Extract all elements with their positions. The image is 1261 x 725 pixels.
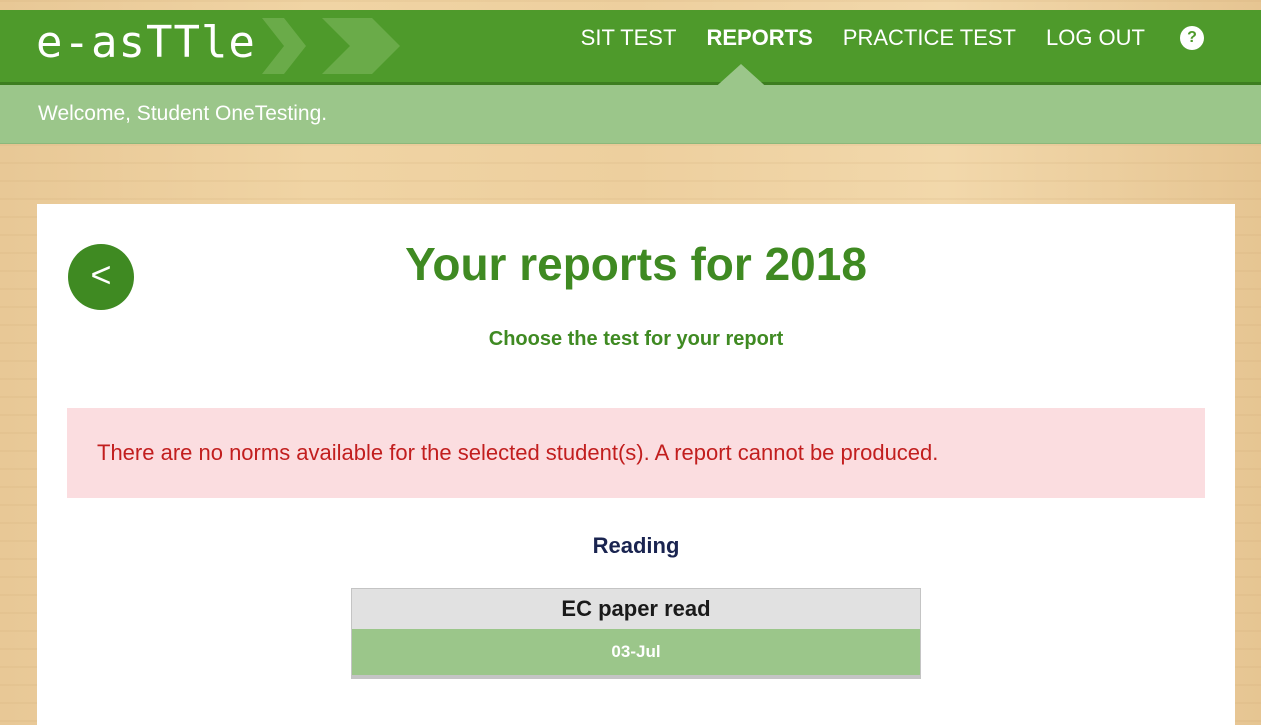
section-heading-reading: Reading (592, 533, 680, 558)
main-nav: SIT TEST REPORTS PRACTICE TEST LOG OUT ? (551, 10, 1261, 65)
test-name: EC paper read (352, 589, 920, 629)
welcome-message: Welcome, Student OneTesting. (38, 102, 328, 125)
page-subtitle: Choose the test for your report (488, 328, 784, 350)
nav-sit-test[interactable]: SIT TEST (581, 10, 677, 65)
page-title: Your reports for 2018 (405, 238, 867, 290)
help-icon[interactable]: ? (1180, 25, 1204, 50)
nav-reports[interactable]: REPORTS (706, 10, 812, 65)
reports-panel: < Your reports for 2018 Choose the test … (37, 204, 1235, 725)
error-alert-text: There are no norms available for the sel… (97, 440, 939, 465)
error-alert: There are no norms available for the sel… (67, 408, 1205, 498)
nav-practice-test[interactable]: PRACTICE TEST (843, 10, 1016, 65)
nav-log-out[interactable]: LOG OUT (1046, 10, 1145, 65)
welcome-bar: Welcome, Student OneTesting. (0, 85, 1261, 144)
test-date-button[interactable]: 03-Jul (352, 629, 920, 678)
test-card[interactable]: EC paper read 03-Jul (351, 588, 921, 679)
top-navigation-bar: e-asTTle SIT TEST REPORTS PRACTICE TEST … (0, 10, 1261, 92)
logo-chevrons-decoration (262, 18, 400, 74)
app-logo[interactable]: e-asTTle (36, 15, 256, 71)
